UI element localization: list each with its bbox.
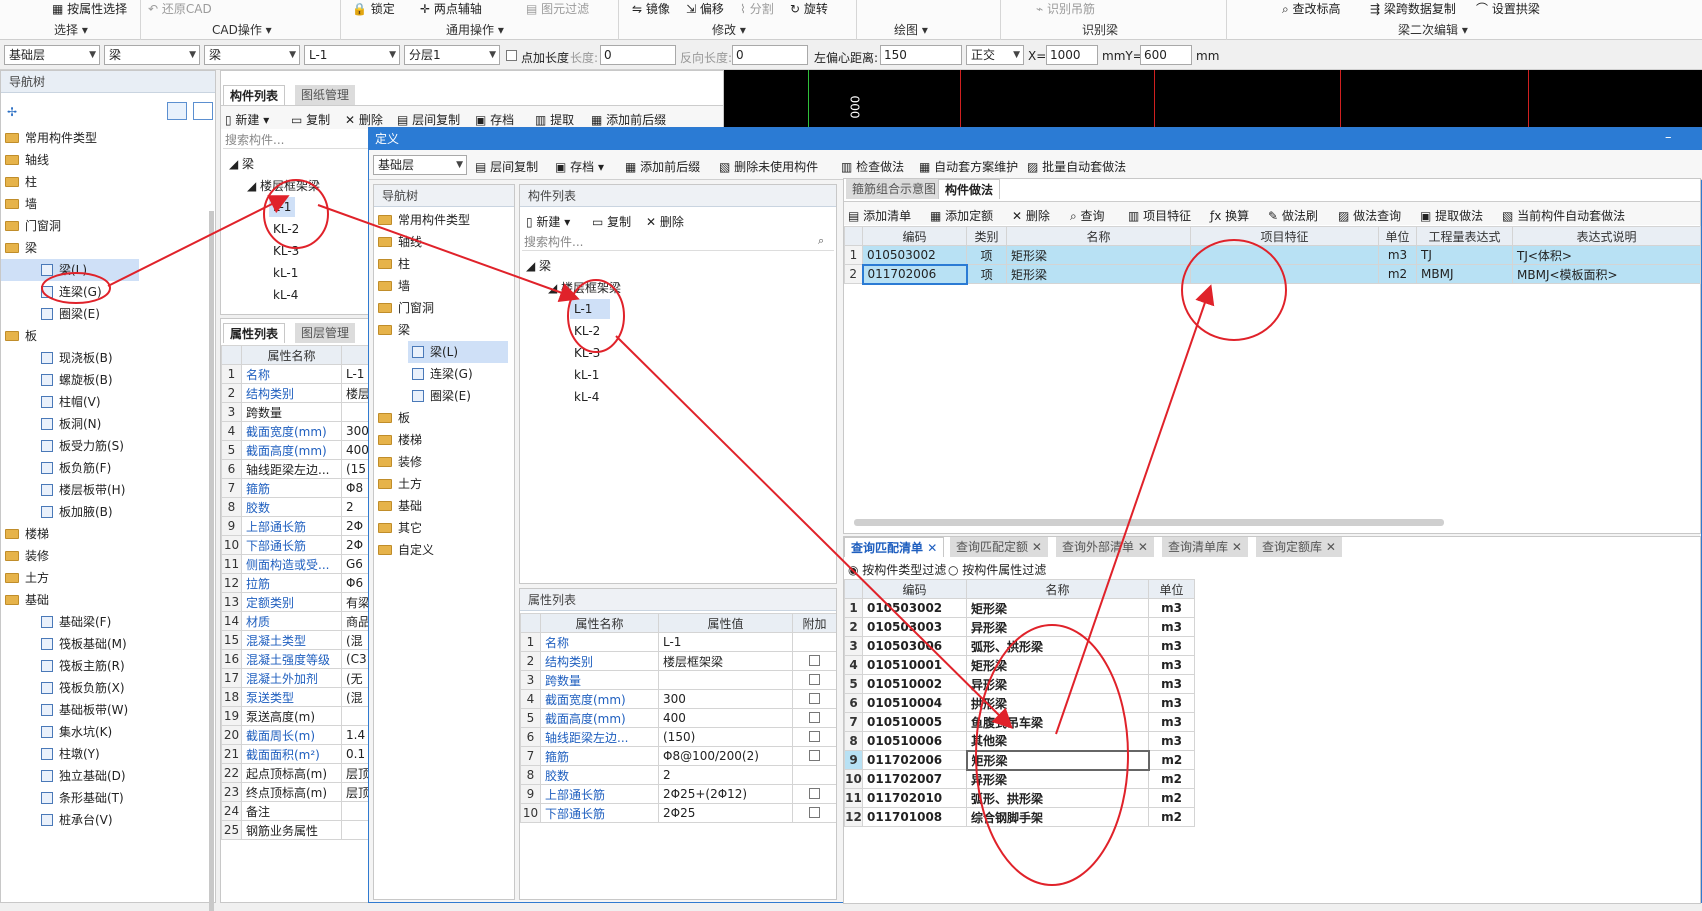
annotation-circle (567, 279, 625, 353)
annotation-arrow (615, 335, 1013, 729)
annotation-circle (41, 272, 111, 304)
annotation-arrow (107, 195, 290, 287)
annotation-circle (975, 624, 1129, 886)
annotation-arrow (317, 204, 580, 302)
annotation-overlay (41, 179, 1287, 886)
annotation-arrow (1055, 284, 1215, 735)
annotation-circle (263, 179, 329, 249)
